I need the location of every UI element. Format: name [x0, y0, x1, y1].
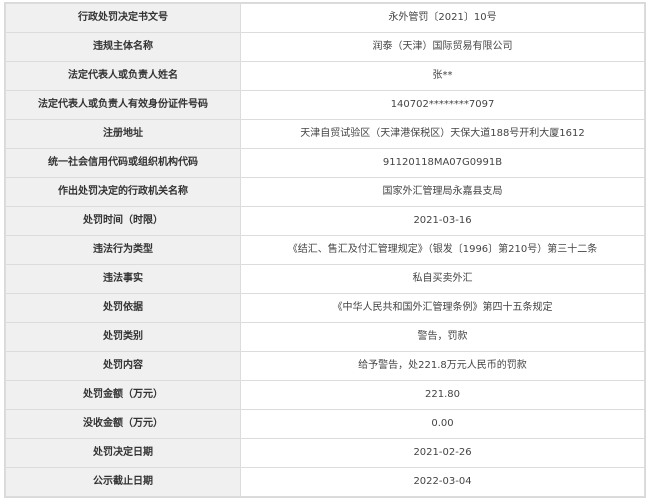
value-penalty-amount: 221.80	[240, 380, 645, 410]
row-violator-name: 违规主体名称 润泰（天津）国际贸易有限公司	[5, 32, 645, 62]
value-authority-name: 国家外汇管理局永嘉县支局	[240, 177, 645, 207]
value-credit-code: 91120118MA07G0991B	[240, 148, 645, 178]
row-registered-address: 注册地址 天津自贸试验区（天津港保税区）天保大道188号开利大厦1612	[5, 119, 645, 149]
value-decision-date: 2021-02-26	[240, 438, 645, 468]
row-penalty-content: 处罚内容 给予警告，处221.8万元人民币的罚款	[5, 351, 645, 381]
value-publicity-deadline: 2022-03-04	[240, 467, 645, 497]
row-penalty-time: 处罚时间（时限） 2021-03-16	[5, 206, 645, 236]
label-penalty-category: 处罚类别	[5, 322, 241, 352]
label-publicity-deadline: 公示截止日期	[5, 467, 241, 497]
label-violation-facts: 违法事实	[5, 264, 241, 294]
label-decision-date: 处罚决定日期	[5, 438, 241, 468]
row-legal-rep-name: 法定代表人或负责人姓名 张**	[5, 61, 645, 91]
label-penalty-amount: 处罚金额（万元）	[5, 380, 241, 410]
value-violation-type: 《结汇、售汇及付汇管理规定》（银发〔1996〕第210号）第三十二条	[240, 235, 645, 265]
value-penalty-content: 给予警告，处221.8万元人民币的罚款	[240, 351, 645, 381]
row-confiscated-amount: 没收金额（万元） 0.00	[5, 409, 645, 439]
label-confiscated-amount: 没收金额（万元）	[5, 409, 241, 439]
value-registered-address: 天津自贸试验区（天津港保税区）天保大道188号开利大厦1612	[240, 119, 645, 149]
label-registered-address: 注册地址	[5, 119, 241, 149]
value-legal-rep-id: 140702********7097	[240, 90, 645, 120]
row-violation-type: 违法行为类型 《结汇、售汇及付汇管理规定》（银发〔1996〕第210号）第三十二…	[5, 235, 645, 265]
label-legal-rep-name: 法定代表人或负责人姓名	[5, 61, 241, 91]
row-decision-date: 处罚决定日期 2021-02-26	[5, 438, 645, 468]
value-confiscated-amount: 0.00	[240, 409, 645, 439]
label-violation-type: 违法行为类型	[5, 235, 241, 265]
penalty-info-table: 行政处罚决定书文号 永外管罚〔2021〕10号 违规主体名称 润泰（天津）国际贸…	[5, 3, 645, 497]
row-legal-rep-id: 法定代表人或负责人有效身份证件号码 140702********7097	[5, 90, 645, 120]
label-penalty-time: 处罚时间（时限）	[5, 206, 241, 236]
value-penalty-basis: 《中华人民共和国外汇管理条例》第四十五条规定	[240, 293, 645, 323]
row-penalty-basis: 处罚依据 《中华人民共和国外汇管理条例》第四十五条规定	[5, 293, 645, 323]
row-credit-code: 统一社会信用代码或组织机构代码 91120118MA07G0991B	[5, 148, 645, 178]
row-penalty-amount: 处罚金额（万元） 221.80	[5, 380, 645, 410]
penalty-info-frame: 行政处罚决定书文号 永外管罚〔2021〕10号 违规主体名称 润泰（天津）国际贸…	[4, 2, 646, 498]
value-legal-rep-name: 张**	[240, 61, 645, 91]
row-decision-number: 行政处罚决定书文号 永外管罚〔2021〕10号	[5, 3, 645, 33]
label-legal-rep-id: 法定代表人或负责人有效身份证件号码	[5, 90, 241, 120]
label-credit-code: 统一社会信用代码或组织机构代码	[5, 148, 241, 178]
label-penalty-content: 处罚内容	[5, 351, 241, 381]
value-penalty-time: 2021-03-16	[240, 206, 645, 236]
value-violator-name: 润泰（天津）国际贸易有限公司	[240, 32, 645, 62]
row-penalty-category: 处罚类别 警告，罚款	[5, 322, 645, 352]
value-penalty-category: 警告，罚款	[240, 322, 645, 352]
value-violation-facts: 私自买卖外汇	[240, 264, 645, 294]
label-authority-name: 作出处罚决定的行政机关名称	[5, 177, 241, 207]
row-authority-name: 作出处罚决定的行政机关名称 国家外汇管理局永嘉县支局	[5, 177, 645, 207]
row-violation-facts: 违法事实 私自买卖外汇	[5, 264, 645, 294]
label-violator-name: 违规主体名称	[5, 32, 241, 62]
value-decision-number: 永外管罚〔2021〕10号	[240, 3, 645, 33]
label-penalty-basis: 处罚依据	[5, 293, 241, 323]
row-publicity-deadline: 公示截止日期 2022-03-04	[5, 467, 645, 497]
label-decision-number: 行政处罚决定书文号	[5, 3, 241, 33]
